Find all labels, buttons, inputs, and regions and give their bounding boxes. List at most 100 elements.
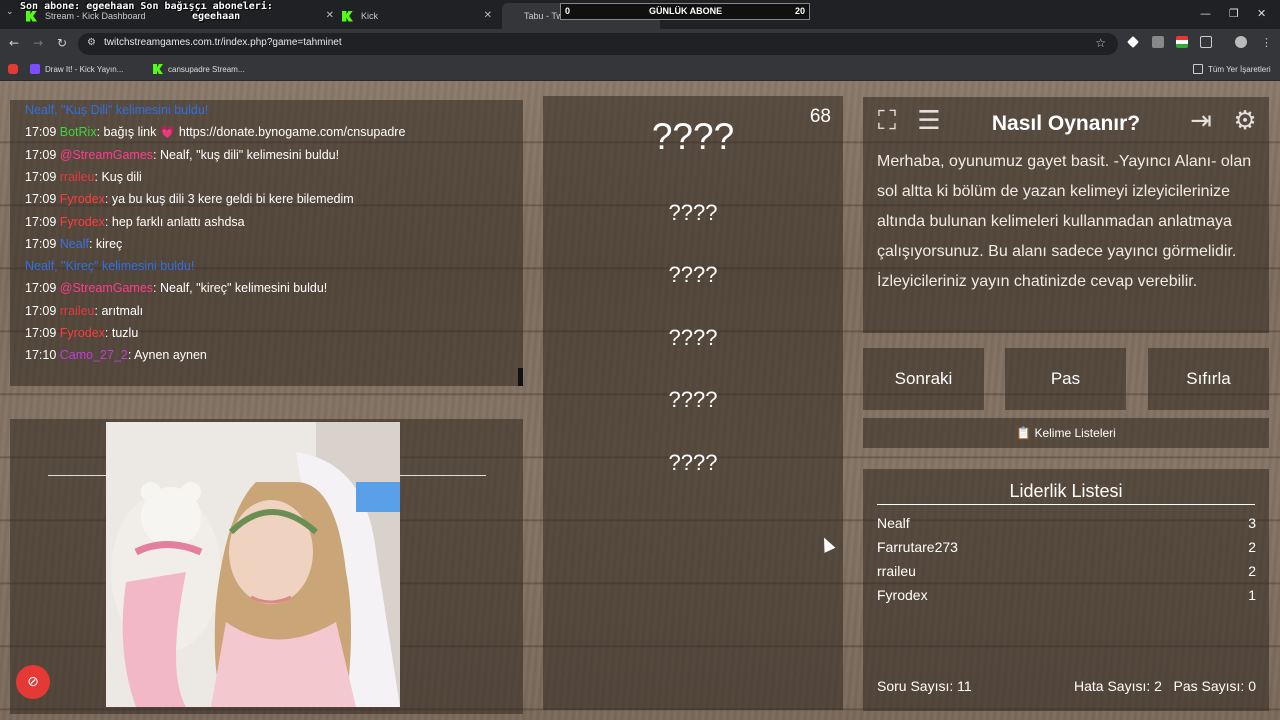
chat-separator: : — [88, 236, 96, 251]
word-lists-label: Kelime Listeleri — [1034, 426, 1116, 440]
pass-button[interactable]: Pas — [1005, 348, 1126, 410]
bookmark-favicon-icon — [30, 64, 40, 74]
chat-timestamp: 17:09 — [25, 169, 57, 184]
next-button[interactable]: Sonraki — [863, 348, 984, 410]
taboo-word: ???? — [668, 200, 718, 225]
player-name: Farrutare273 — [877, 539, 958, 555]
chat-message: 17:09 Fyrodex: tuzlu — [25, 326, 138, 340]
tab-title: Kick — [361, 11, 379, 21]
url-text[interactable]: twitchstreamgames.com.tr/index.php?game=… — [104, 37, 342, 48]
chat-message: 17:09 @StreamGames: Nealf, "kuş dili" ke… — [25, 148, 339, 162]
bookmark-star-icon[interactable]: ☆ — [1095, 36, 1106, 50]
clipboard-icon: 📋 — [1016, 426, 1032, 440]
extension-icon[interactable] — [1176, 36, 1188, 48]
chat-message: 17:09 @StreamGames: Nealf, "kireç" kelim… — [25, 281, 327, 295]
chat-username[interactable]: Fyrodex — [60, 215, 105, 229]
chat-message: Nealf, "Kuş Dili" kelimesini buldu! — [25, 103, 208, 117]
extension-icon[interactable] — [1152, 36, 1164, 48]
bookmark-cansupadre[interactable]: cansupadre Stream... — [153, 64, 244, 74]
stream-overlay-text: Son abone: egeehaan Son bağışçı aboneler… — [20, 2, 273, 22]
chat-username[interactable]: Camo_27_2 — [60, 348, 128, 362]
goal-current: 0 — [565, 6, 571, 16]
settings-gear-icon[interactable]: ⚙ — [1229, 105, 1261, 137]
bookmark-label: Draw It! - Kick Yayın... — [45, 64, 124, 74]
folder-icon — [1193, 64, 1203, 74]
chat-scrollbar[interactable] — [518, 368, 523, 386]
chat-username[interactable]: Fyrodex — [60, 192, 105, 206]
player-score: 1 — [1248, 587, 1256, 603]
how-to-play-text: Merhaba, oyunumuz gayet basit. -Yayıncı … — [877, 153, 1252, 290]
bookmark-draw-it[interactable]: Draw It! - Kick Yayın... — [30, 64, 123, 74]
chat-text: Nealf, "kuş dili" kelimesini buldu! — [160, 147, 340, 162]
extensions-puzzle-icon[interactable] — [1200, 36, 1212, 48]
chat-username[interactable]: Fyrodex — [60, 326, 105, 340]
tab-search-icon[interactable]: ⌄ — [6, 7, 20, 21]
word-lists-button[interactable]: 📋 Kelime Listeleri — [863, 418, 1269, 448]
chat-text: tuzlu — [111, 326, 139, 340]
close-window-icon[interactable]: ✕ — [1257, 7, 1266, 20]
omnibox[interactable]: ⚙ twitchstreamgames.com.tr/index.php?gam… — [78, 33, 1118, 55]
youtube-bookmark[interactable] — [8, 64, 23, 74]
kick-logo-icon — [342, 10, 353, 22]
minimize-icon[interactable]: — — [1200, 7, 1211, 20]
close-tab-icon[interactable]: ✕ — [484, 10, 492, 21]
taboo-word: ???? — [668, 325, 718, 350]
chat-username[interactable]: @StreamGames — [60, 148, 153, 162]
chat-message: 17:10 Camo_27_2: Aynen aynen — [25, 348, 207, 362]
chat-text: Aynen aynen — [134, 348, 207, 363]
forward-icon[interactable]: → — [33, 36, 43, 50]
chat-separator: : — [104, 192, 112, 207]
chat-separator: : — [96, 125, 104, 140]
all-bookmarks[interactable]: Tüm Yer İşaretleri — [1193, 64, 1271, 74]
goal-label: GÜNLÜK ABONE — [649, 6, 723, 16]
daily-sub-goal-overlay: 0 GÜNLÜK ABONE 20 — [560, 3, 810, 20]
main-word: ???? — [651, 116, 735, 157]
chat-text: kireç — [95, 236, 123, 251]
chat-text: Nealf, "kireç" kelimesini buldu! — [160, 281, 328, 296]
chat-username[interactable]: BotRix — [60, 125, 97, 139]
chat-timestamp: 17:09 — [25, 125, 57, 140]
goal-target: 20 — [794, 6, 805, 16]
exit-icon[interactable]: ⇥ — [1185, 105, 1217, 137]
youtube-icon — [8, 64, 18, 74]
taboo-word: ???? — [668, 262, 718, 287]
chat-timestamp: 17:09 — [25, 303, 57, 318]
restore-icon[interactable]: ❐ — [1229, 7, 1239, 20]
chat-username[interactable]: rraileu — [60, 304, 95, 318]
close-tab-icon[interactable]: ✕ — [326, 10, 334, 21]
reload-icon[interactable]: ↻ — [57, 36, 67, 50]
chat-message: 17:09 rraileu: arıtmalı — [25, 304, 143, 318]
chat-username[interactable]: @StreamGames — [60, 281, 153, 295]
chat-text: arıtmalı — [101, 303, 144, 318]
divider — [877, 504, 1255, 505]
address-bar-row: ← → ↻ ⚙ twitchstreamgames.com.tr/index.p… — [0, 29, 1280, 59]
chat-separator: : — [153, 281, 160, 296]
webcam-feed — [106, 422, 400, 707]
webcam-image — [106, 422, 400, 707]
chat-timestamp: 17:10 — [25, 348, 57, 363]
menu-kebab-icon[interactable]: ⋮ — [1261, 36, 1273, 49]
chat-timestamp: 17:09 — [25, 147, 57, 162]
back-icon[interactable]: ← — [9, 36, 19, 50]
bookmark-label: cansupadre Stream... — [168, 64, 245, 74]
reset-button[interactable]: Sıfırla — [1148, 348, 1269, 410]
chat-message: 17:09 Fyrodex: ya bu kuş dili 3 kere gel… — [25, 192, 354, 206]
player-score: 2 — [1248, 563, 1256, 579]
profile-avatar[interactable] — [1235, 36, 1247, 48]
chat-message: Nealf, "Kireç" kelimesini buldu! — [25, 259, 194, 273]
player-name: rraileu — [877, 563, 916, 579]
all-bookmarks-label: Tüm Yer İşaretleri — [1208, 64, 1271, 74]
player-name: Fyrodex — [877, 587, 928, 603]
chat-timestamp: 17:09 — [25, 236, 57, 251]
record-toggle-button[interactable]: ⊘ — [16, 665, 50, 699]
taboo-word: ???? — [668, 450, 718, 475]
chat-username[interactable]: Nealf — [60, 237, 89, 251]
chat-separator: : — [104, 326, 112, 340]
site-info-icon[interactable]: ⚙ — [87, 37, 96, 48]
tab-kick[interactable]: Kick ✕ — [342, 3, 500, 29]
streamer-area — [10, 419, 523, 714]
chat-username[interactable]: rraileu — [60, 170, 95, 184]
taboo-word: ???? — [668, 387, 718, 412]
player-name: Nealf — [877, 515, 910, 531]
chat-timestamp: 17:09 — [25, 192, 57, 207]
